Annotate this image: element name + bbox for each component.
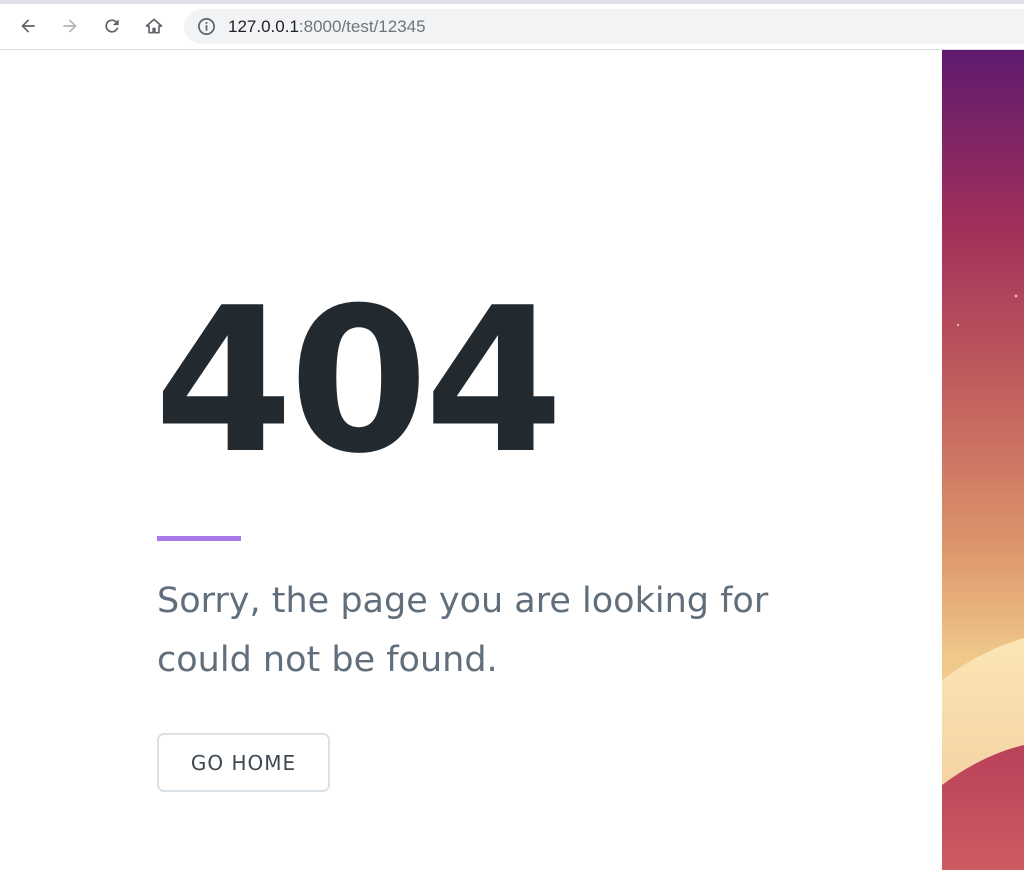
hero-background-image [942, 50, 1024, 870]
forward-arrow-icon[interactable] [56, 12, 84, 40]
go-home-button[interactable]: GO HOME [157, 733, 330, 792]
home-icon[interactable] [140, 12, 168, 40]
divider-line [157, 536, 241, 541]
url-host: 127.0.0.1 [228, 17, 299, 36]
back-arrow-icon[interactable] [14, 12, 42, 40]
address-bar[interactable]: 127.0.0.1:8000/test/12345 [184, 9, 1024, 44]
error-page-content: 404 Sorry, the page you are looking for … [0, 50, 942, 870]
url-text[interactable]: 127.0.0.1:8000/test/12345 [228, 9, 426, 44]
browser-toolbar: 127.0.0.1:8000/test/12345 [0, 0, 1024, 50]
error-code: 404 [154, 265, 563, 498]
site-info-icon[interactable] [197, 17, 216, 36]
error-message: Sorry, the page you are looking for coul… [157, 581, 769, 680]
reload-icon[interactable] [98, 12, 126, 40]
url-path: :8000/test/12345 [298, 17, 426, 36]
